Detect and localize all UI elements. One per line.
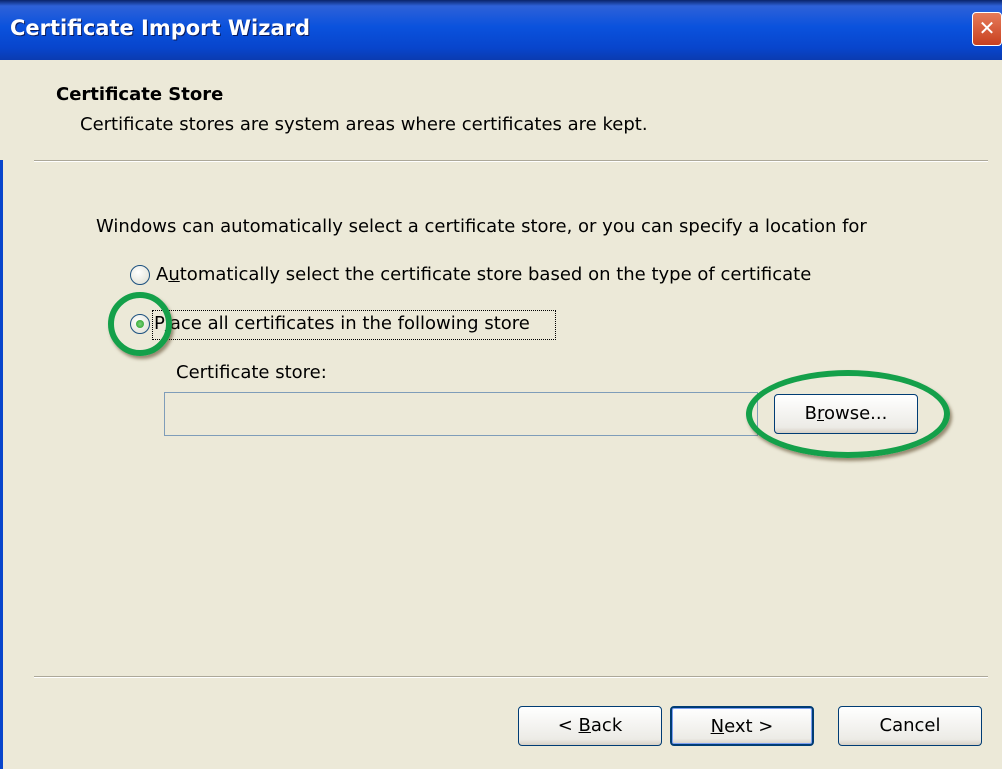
window-title: Certificate Import Wizard <box>10 16 311 40</box>
window-frame <box>0 60 3 769</box>
highlight-ring-radio <box>108 292 172 356</box>
cancel-button[interactable]: Cancel <box>838 706 982 746</box>
radio-auto-select[interactable] <box>130 265 150 285</box>
radio-auto-select-label[interactable]: Automatically select the certificate sto… <box>156 264 811 285</box>
wizard-header <box>0 60 1002 160</box>
certificate-store-label: Certificate store: <box>176 362 327 383</box>
close-button[interactable]: ✕ <box>972 12 1002 46</box>
highlight-ring-browse <box>746 370 950 458</box>
certificate-store-field <box>164 392 758 436</box>
page-subtitle: Certificate stores are system areas wher… <box>80 114 648 135</box>
header-divider <box>34 160 988 162</box>
close-icon: ✕ <box>978 16 996 40</box>
radio-place-all-label[interactable]: Place all certificates in the following … <box>154 313 530 334</box>
title-bar: Certificate Import Wizard ✕ <box>0 0 1002 60</box>
back-button[interactable]: < Back <box>518 706 662 746</box>
intro-text: Windows can automatically select a certi… <box>96 216 867 237</box>
footer-divider <box>34 676 988 678</box>
page-title: Certificate Store <box>56 84 224 105</box>
next-button[interactable]: Next > <box>670 706 814 746</box>
